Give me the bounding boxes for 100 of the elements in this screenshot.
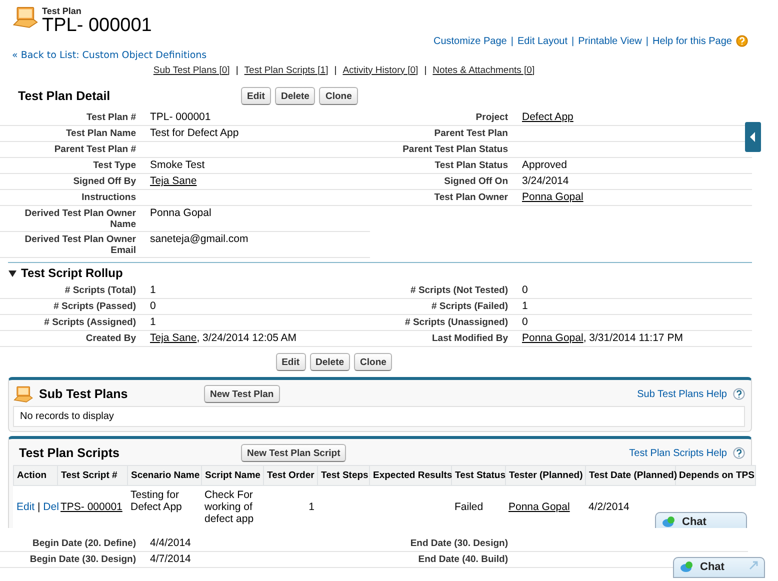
field-label: Last Modified By <box>432 333 508 344</box>
column-header[interactable]: Action <box>14 466 58 486</box>
header-link[interactable]: Edit Layout <box>517 36 568 46</box>
field-label: Parent Test Plan Status <box>402 144 508 155</box>
related-list-link[interactable]: Notes & Attachments [0] <box>432 64 535 76</box>
field-label: Project <box>476 112 508 123</box>
field-label: # Scripts (Failed) <box>431 301 508 312</box>
field-value: Test for Defect App <box>150 127 239 139</box>
field-label: Begin Date (30. Design) <box>30 554 136 565</box>
object-type-label: Test Plan <box>42 6 82 16</box>
row-action-link[interactable]: Del <box>43 501 59 513</box>
page-title: TPL- 000001 <box>42 16 152 36</box>
column-header[interactable]: Depends on TPS <box>676 466 756 486</box>
chat-widget[interactable]: Chat <box>673 557 765 578</box>
field-label: Derived Test Plan Owner Email <box>24 234 136 256</box>
table-link[interactable]: TPS- 000001 <box>60 501 122 513</box>
header-link[interactable]: Printable View <box>578 36 642 46</box>
field-label: End Date (40. Build) <box>418 554 508 565</box>
field-value: 1 <box>522 300 528 312</box>
field-label: Signed Off On <box>444 176 508 187</box>
column-header[interactable]: Expected Results <box>370 466 452 486</box>
field-label: Derived Test Plan Owner Name <box>24 208 136 230</box>
link-separator: | <box>510 36 514 46</box>
column-header[interactable]: Test Script # <box>58 466 128 486</box>
chat-bubble-icon <box>680 561 694 573</box>
field-value: 3/24/2014 <box>522 175 569 187</box>
back-link[interactable]: « Back to List: Custom Object Definitions <box>12 50 207 61</box>
field-label: Begin Date (20. Define) <box>32 538 136 549</box>
field-value: saneteja@gmail.com <box>150 233 248 245</box>
column-header[interactable]: Tester (Planned) <box>506 466 586 486</box>
field-label: # Scripts (Assigned) <box>44 317 136 328</box>
field-label: Test Plan Owner <box>434 192 508 203</box>
help-icon[interactable] <box>733 388 745 400</box>
link-separator: | <box>334 64 337 76</box>
action-button[interactable]: Edit <box>276 353 306 371</box>
table-cell: 1 <box>308 501 314 513</box>
field-value: 4/4/2014 <box>150 537 191 549</box>
action-button[interactable]: Delete <box>274 87 316 105</box>
chat-widget[interactable]: Chat <box>655 512 747 528</box>
link-separator: | <box>36 501 42 513</box>
field-value: , 3/24/2014 12:05 AM <box>196 332 297 344</box>
field-label: # Scripts (Total) <box>64 285 136 296</box>
field-link[interactable]: Teja Sane <box>150 175 197 187</box>
field-link[interactable]: Ponna Gopal <box>522 191 584 203</box>
field-value: Approved <box>522 159 567 171</box>
help-link-text[interactable]: Sub Test Plans Help <box>637 388 727 400</box>
chat-label: Chat <box>682 516 706 528</box>
help-icon[interactable] <box>733 447 745 459</box>
field-label: Parent Test Plan <box>434 128 508 139</box>
sidebar-toggle-icon[interactable] <box>745 122 761 152</box>
action-button[interactable]: Clone <box>319 87 358 105</box>
help-link-text[interactable]: Test Plan Scripts Help <box>629 448 727 458</box>
header-link[interactable]: Customize Page <box>434 36 507 46</box>
field-label: Test Type <box>93 160 136 171</box>
field-label: Parent Test Plan # <box>54 144 136 155</box>
field-label: Test Plan Status <box>434 160 508 171</box>
field-label: Instructions <box>82 192 136 203</box>
collapse-triangle-icon[interactable] <box>8 268 17 278</box>
laptop-icon <box>12 4 38 30</box>
action-button[interactable]: Edit <box>241 87 271 105</box>
column-header[interactable]: Test Date (Planned) <box>586 466 676 486</box>
field-link[interactable]: Defect App <box>522 111 574 123</box>
action-button[interactable]: Clone <box>354 353 392 371</box>
column-header[interactable]: Test Status <box>452 466 506 486</box>
empty-message: No records to display <box>13 406 745 427</box>
field-label: Created By <box>86 333 136 344</box>
field-label: # Scripts (Passed) <box>54 301 136 312</box>
field-label: # Scripts (Unassigned) <box>405 317 508 328</box>
field-value: 0 <box>522 284 528 296</box>
field-link[interactable]: Ponna Gopal <box>522 332 584 344</box>
related-list-link[interactable]: Activity History [0] <box>342 64 418 76</box>
new-record-button[interactable]: New Test Plan <box>204 385 280 403</box>
new-record-button[interactable]: New Test Plan Script <box>241 444 346 462</box>
column-header[interactable]: Test Order <box>264 466 318 486</box>
field-value: Smoke Test <box>150 159 205 171</box>
field-link[interactable]: Teja Sane <box>150 332 197 344</box>
field-label: # Scripts (Not Tested) <box>410 285 508 296</box>
table-link[interactable]: Ponna Gopal <box>508 501 570 513</box>
field-label: Test Plan # <box>86 112 136 123</box>
link-separator: | <box>236 64 238 76</box>
related-list-link[interactable]: Sub Test Plans [0] <box>153 64 230 76</box>
panel-title: Sub Test Plans <box>39 387 129 401</box>
field-value: 1 <box>150 284 156 296</box>
help-icon[interactable] <box>736 35 748 47</box>
field-label: End Date (30. Design) <box>410 538 508 549</box>
column-header[interactable]: Test Steps <box>318 466 370 486</box>
chat-bubble-icon <box>662 516 676 528</box>
header-link[interactable]: Help for this Page <box>652 36 732 46</box>
field-value: , 3/31/2014 11:17 PM <box>583 332 683 344</box>
related-list-link[interactable]: Test Plan Scripts [1] <box>244 64 328 76</box>
action-button[interactable]: Delete <box>310 353 350 371</box>
link-separator: | <box>424 64 427 76</box>
panel-title: Test Plan Scripts <box>19 446 120 460</box>
row-action-link[interactable]: Edit <box>16 501 35 513</box>
chat-label: Chat <box>700 561 724 573</box>
link-separator: | <box>646 36 648 46</box>
column-header[interactable]: Script Name <box>202 466 264 486</box>
section-title: Test Plan Detail <box>18 89 112 103</box>
column-header[interactable]: Scenario Name <box>128 466 202 486</box>
field-value: 4/7/2014 <box>150 553 191 565</box>
